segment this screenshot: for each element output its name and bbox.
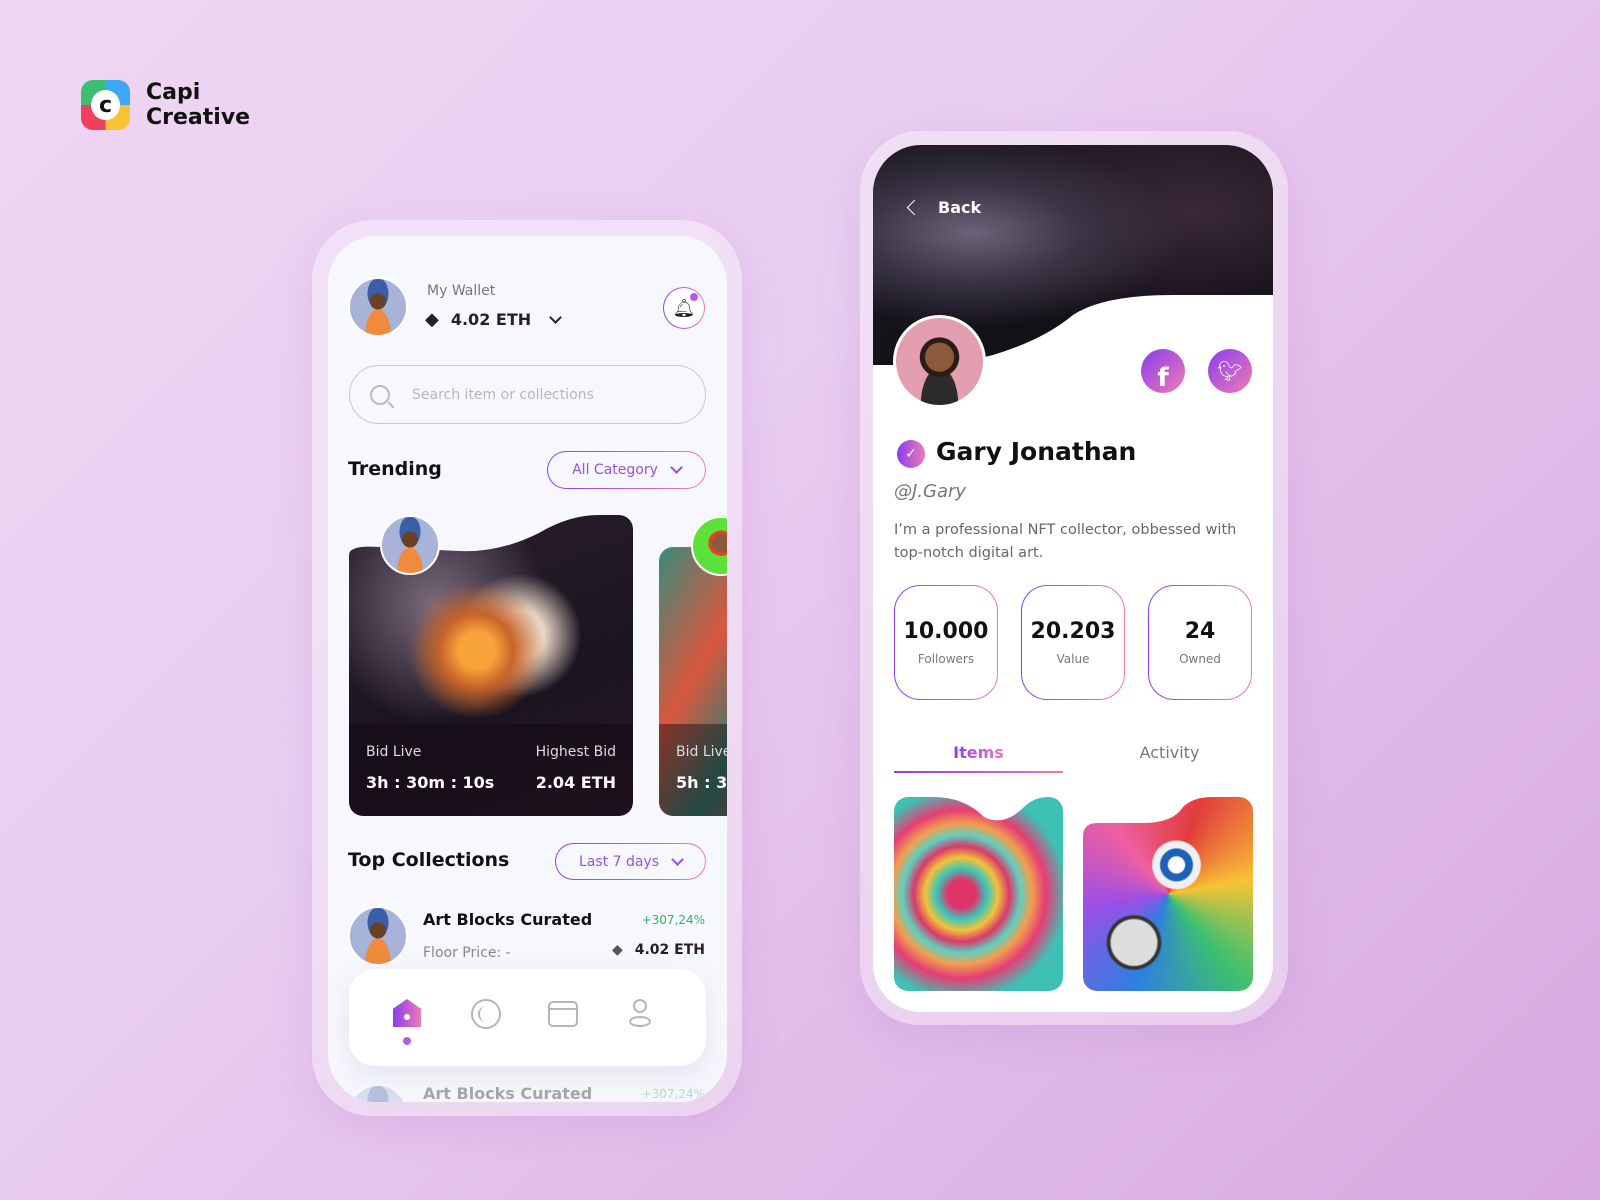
period-filter[interactable]: Last 7 days <box>555 843 706 880</box>
collection-row[interactable]: Art Blocks Curated +307,24% Floor Price:… <box>328 906 727 972</box>
profile-icon <box>633 999 647 1013</box>
brand-line2: Creative <box>146 105 251 130</box>
bottom-nav <box>349 969 706 1066</box>
stat-value: 20.203 <box>1030 619 1116 644</box>
tab-items-label: Items <box>953 743 1004 762</box>
chevron-down-icon <box>670 461 683 474</box>
nft-item[interactable] <box>894 797 1063 991</box>
profile-name: Gary Jonathan <box>936 437 1137 466</box>
wallet-balance: 4.02 ETH <box>450 310 532 329</box>
notification-button[interactable]: 🔔︎ <box>663 287 705 329</box>
trending-title: Trending <box>348 458 442 480</box>
chevron-down-icon <box>671 852 684 866</box>
top-collections-title: Top Collections <box>348 849 510 871</box>
highest-bid-label: Highest Bid <box>535 744 616 760</box>
facebook-icon: f <box>1157 363 1169 393</box>
collection-avatar <box>348 1084 408 1102</box>
stat-label: Followers <box>917 652 975 666</box>
verified-badge-icon: ✓ <box>897 440 925 468</box>
brand-logo: c <box>81 80 130 130</box>
brand-line1: Capi <box>146 80 201 105</box>
category-filter[interactable]: All Category <box>547 451 706 489</box>
stats-row: 10.000 Followers 20.203 Value 24 Owned <box>894 585 1252 700</box>
highest-bid-value: 2.04 ETH <box>535 773 616 792</box>
wallet-label: My Wallet <box>427 283 496 299</box>
nav-explore[interactable] <box>471 999 501 1029</box>
back-button[interactable]: Back <box>906 198 982 217</box>
collection-change: +307,24% <box>641 913 705 927</box>
brand-name: Capi Creative <box>146 80 250 130</box>
twitter-icon: 🐦︎ <box>1217 359 1243 383</box>
twitter-button[interactable]: 🐦︎ <box>1208 349 1252 393</box>
collection-price: 4.02 ETH <box>634 942 705 958</box>
bid-live-label: Bid Live <box>366 744 422 760</box>
home-screen: My Wallet ◆ 4.02 ETH 🔔︎ Search item or c… <box>328 236 727 1102</box>
nav-profile[interactable] <box>629 999 651 1029</box>
nft-item[interactable] <box>1083 797 1253 991</box>
chevron-left-icon <box>906 199 923 216</box>
profile-screen: Back f 🐦︎ ✓ Gary Jonathan @J.Gary I’m a … <box>873 145 1273 1012</box>
collection-row[interactable]: Art Blocks Curated +307,24% <box>328 1084 727 1102</box>
nav-home[interactable] <box>393 999 423 1045</box>
tab-items[interactable]: Items <box>894 743 1063 773</box>
tab-activity-label: Activity <box>1139 743 1200 762</box>
collection-name: Art Blocks Curated <box>423 910 593 929</box>
back-label: Back <box>938 198 982 217</box>
search-icon <box>370 384 395 409</box>
home-icon <box>393 999 421 1027</box>
stat-value: 10.000 <box>903 619 989 644</box>
wallet-card-icon <box>550 1008 576 1010</box>
stat-label: Value <box>1056 652 1090 666</box>
collection-name: Art Blocks Curated <box>423 1084 593 1102</box>
search-input[interactable]: Search item or collections <box>349 365 706 424</box>
creator-avatar[interactable] <box>380 515 440 575</box>
floor-price-label: Floor Price: - <box>423 945 511 961</box>
globe-icon <box>478 1006 494 1022</box>
facebook-button[interactable]: f <box>1141 349 1185 393</box>
ethereum-icon: ◆ <box>425 309 439 330</box>
profile-handle: @J.Gary <box>894 481 967 502</box>
collection-avatar <box>348 906 408 966</box>
bid-live-label: Bid Live <box>676 744 727 760</box>
active-indicator <box>403 1037 411 1045</box>
notification-dot <box>690 293 698 301</box>
stat-followers: 10.000 Followers <box>894 585 998 700</box>
category-filter-label: All Category <box>572 462 658 478</box>
stat-value-box: 20.203 Value <box>1021 585 1125 700</box>
collection-change: +307,24% <box>641 1087 705 1101</box>
ethereum-icon: ◆ <box>611 942 623 958</box>
bid-countdown: 3h : 30m : 10s <box>366 773 495 792</box>
stat-value: 24 <box>1184 619 1216 644</box>
profile-bio: I’m a professional NFT collector, obbess… <box>894 522 1237 561</box>
bid-countdown: 5h : 30 <box>676 773 727 792</box>
wallet-selector[interactable]: ◆ 4.02 ETH <box>425 309 562 330</box>
nav-wallet[interactable] <box>548 1001 578 1027</box>
trending-card[interactable]: Bid Live 5h : 30 <box>659 547 727 816</box>
stat-label: Owned <box>1179 652 1221 666</box>
user-avatar[interactable] <box>348 277 408 337</box>
chevron-down-icon <box>549 310 562 324</box>
stat-owned: 24 Owned <box>1148 585 1252 700</box>
tab-activity[interactable]: Activity <box>1085 743 1254 773</box>
search-placeholder: Search item or collections <box>412 386 594 403</box>
profile-avatar <box>893 315 986 408</box>
period-filter-label: Last 7 days <box>578 853 659 870</box>
